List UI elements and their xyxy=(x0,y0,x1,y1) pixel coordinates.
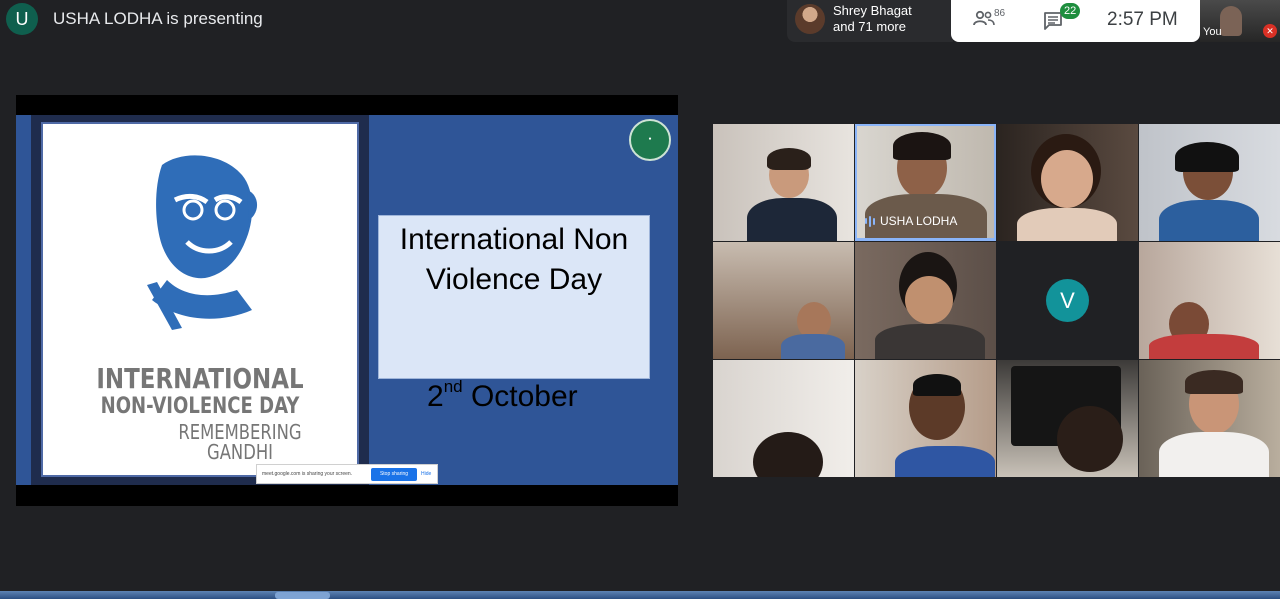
participant-tile-speaker[interactable]: USHA LODHA xyxy=(855,124,996,241)
participant-tile[interactable] xyxy=(713,360,854,477)
hide-button[interactable]: Hide xyxy=(421,471,431,477)
participant-tile[interactable] xyxy=(1139,360,1280,477)
participant-tile[interactable] xyxy=(997,124,1138,241)
participant-name: Shrey Bhagat xyxy=(833,3,912,18)
speaker-name-tag: USHA LODHA xyxy=(865,214,957,228)
participant-more: and 71 more xyxy=(833,19,906,34)
participant-tile[interactable] xyxy=(997,360,1138,477)
meeting-clock: 2:57 PM xyxy=(1107,9,1178,30)
chat-badge: 22 xyxy=(1060,3,1081,19)
gandhi-portrait-icon xyxy=(147,155,258,330)
participant-tile-avatar[interactable]: V xyxy=(997,242,1138,359)
date-month: October xyxy=(462,380,578,413)
poster-frame: INTERNATIONAL NON-VIOLENCE DAY REMEMBERI… xyxy=(41,122,359,477)
presentation-slide: INTERNATIONAL NON-VIOLENCE DAY REMEMBERI… xyxy=(16,115,678,485)
share-message: meet.google.com is sharing your screen. xyxy=(262,471,353,477)
shared-screen: INTERNATIONAL NON-VIOLENCE DAY REMEMBERI… xyxy=(16,95,678,506)
people-button[interactable]: 86 xyxy=(973,8,1013,32)
os-taskbar xyxy=(0,591,1280,599)
taskbar-button[interactable] xyxy=(275,592,330,599)
mic-off-icon: ✕ xyxy=(1263,24,1277,38)
participant-tile[interactable] xyxy=(713,124,854,241)
self-label: You xyxy=(1203,26,1222,38)
school-logo: ● xyxy=(629,119,671,161)
self-view-tile[interactable]: You ✕ xyxy=(1200,0,1280,42)
audio-wave-icon xyxy=(865,215,875,227)
screen-share-banner: meet.google.com is sharing your screen. … xyxy=(256,464,438,484)
chat-button[interactable]: 22 xyxy=(1043,3,1085,33)
slide-date: 2nd October xyxy=(427,377,578,414)
people-count: 86 xyxy=(994,8,1006,19)
participant-tile[interactable] xyxy=(1139,242,1280,359)
poster-line-1: INTERNATIONAL xyxy=(96,362,304,395)
poster-panel: INTERNATIONAL NON-VIOLENCE DAY REMEMBERI… xyxy=(31,115,369,485)
presenter-avatar: U xyxy=(6,3,38,35)
speaking-indicator xyxy=(855,238,996,241)
date-suffix: nd xyxy=(443,377,463,396)
meeting-controls: 86 22 2:57 PM xyxy=(951,0,1200,42)
participant-grid: USHA LODHA V xyxy=(713,124,1280,478)
participant-tile[interactable] xyxy=(713,242,854,359)
participant-avatar-initial: V xyxy=(1046,279,1089,322)
poster-line-2: NON-VIOLENCE DAY xyxy=(100,394,300,419)
speaker-name: USHA LODHA xyxy=(880,214,958,228)
participant-avatar xyxy=(795,4,825,34)
stop-sharing-button[interactable]: Stop sharing xyxy=(371,468,417,481)
presenting-status: USHA LODHA is presenting xyxy=(53,9,263,28)
date-day: 2 xyxy=(427,380,444,413)
participants-pill[interactable]: Shrey Bhagat and 71 more xyxy=(787,0,953,42)
slide-title: International Non Violence Day xyxy=(378,215,650,379)
participant-tile[interactable] xyxy=(855,360,996,477)
poster-line-4: GANDHI xyxy=(206,440,273,464)
participant-tile[interactable] xyxy=(855,242,996,359)
participant-tile[interactable] xyxy=(1139,124,1280,241)
self-video xyxy=(1220,6,1242,36)
people-icon xyxy=(973,10,995,26)
